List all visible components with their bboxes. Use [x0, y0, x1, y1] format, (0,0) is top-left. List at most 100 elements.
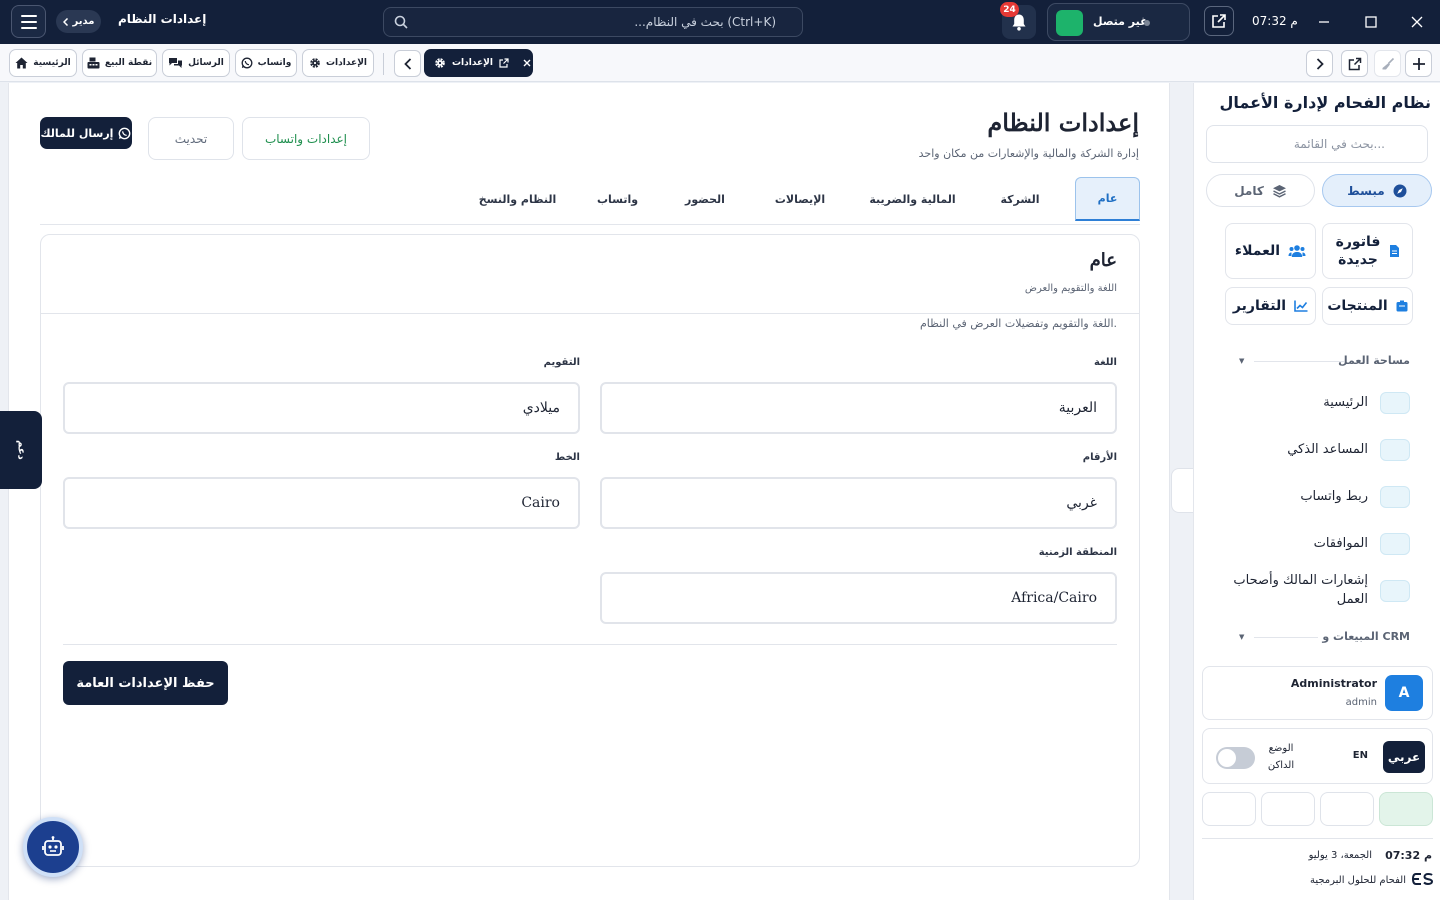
sidebar-item-whatsapp-link[interactable]: ربط واتساب	[1300, 487, 1368, 506]
send-to-owner-label: إرسال للمالك	[40, 126, 114, 140]
sidebar-item-home[interactable]: الرئيسية	[1323, 393, 1368, 412]
sidebar-item-approvals[interactable]: الموافقات	[1314, 534, 1368, 553]
notifications-button[interactable]: 24	[1000, 2, 1036, 39]
save-general-settings-button[interactable]: حفظ الإعدادات العامة	[63, 661, 228, 705]
app-title: إعدادات النظام	[118, 12, 207, 26]
theme-swatch-3[interactable]	[1261, 792, 1315, 826]
close-icon	[1411, 16, 1423, 28]
language-english-button[interactable]: EN	[1353, 750, 1368, 761]
tab-company[interactable]: الشركة	[985, 177, 1055, 221]
quick-toolbar: الرئيسية نقطة البيع الرسائل واتساب الإعد…	[0, 44, 1440, 82]
whatsapp-shortcut[interactable]: واتساب	[235, 49, 297, 77]
connection-status[interactable]: غير متصل	[1047, 3, 1190, 41]
settings-shortcut[interactable]: الإعدادات	[302, 49, 374, 77]
section-sales-heading[interactable]: المبيعات و CRM	[1322, 630, 1410, 643]
tab-receipts[interactable]: الإيصالات	[760, 177, 840, 221]
dark-mode-toggle[interactable]	[1216, 747, 1255, 769]
quick-new-invoice[interactable]: فاتورة جديدة	[1322, 223, 1413, 279]
avatar: A	[1385, 675, 1423, 711]
chart-line-icon	[1294, 300, 1308, 312]
sidebar-item-owner-notifications[interactable]: إشعارات المالك وأصحاب العمل	[1218, 571, 1368, 609]
timezone-label: المنطقة الزمنية	[1038, 547, 1117, 558]
calendar-select[interactable]: ميلادي	[63, 382, 580, 434]
quick-reports[interactable]: التقارير	[1225, 287, 1316, 325]
minimize-button[interactable]	[1314, 12, 1334, 32]
titlebar-clock: 07:32 م	[1252, 14, 1298, 28]
language-arabic-button[interactable]: عربي	[1383, 741, 1425, 773]
sidebar-footer-divider	[1202, 838, 1433, 839]
footer-time: 07:32 م	[1385, 849, 1432, 862]
external-link-icon[interactable]	[499, 58, 509, 68]
whatsapp-shortcut-label: واتساب	[257, 58, 292, 68]
caret-down-icon[interactable]: ▼	[1239, 357, 1244, 365]
home-icon	[15, 57, 28, 69]
external-link-icon	[1212, 14, 1226, 28]
messages-shortcut[interactable]: الرسائل	[162, 49, 230, 77]
card-title: عام	[1089, 250, 1117, 271]
new-tab-button[interactable]	[1405, 50, 1432, 77]
search-icon	[394, 15, 408, 29]
tab-whatsapp[interactable]: واتساب	[585, 177, 650, 221]
theme-swatch-2[interactable]	[1320, 792, 1374, 826]
timezone-input[interactable]: Africa/Cairo	[600, 572, 1117, 624]
theme-swatch-green[interactable]	[1379, 792, 1433, 826]
sidebar-item-owner-notifications-icon	[1380, 580, 1410, 602]
robot-icon	[42, 836, 64, 856]
refresh-button[interactable]: تحديث	[148, 117, 234, 160]
chevron-left-icon	[62, 17, 68, 26]
sidebar-item-approvals-icon	[1380, 533, 1410, 555]
role-switcher[interactable]: مدير	[56, 10, 101, 33]
theme-swatch-4[interactable]	[1202, 792, 1256, 826]
status-label: غير متصل	[1093, 15, 1148, 28]
external-link-icon	[1348, 57, 1361, 70]
font-label: الخط	[554, 452, 580, 463]
ai-assistant-button[interactable]	[23, 817, 83, 877]
calendar-label: التقويم	[543, 357, 580, 368]
clear-tabs-button[interactable]	[1374, 50, 1401, 77]
menu-button[interactable]	[11, 5, 46, 38]
invoice-icon	[1390, 245, 1399, 257]
open-external-button[interactable]	[1204, 6, 1234, 36]
global-search-input[interactable]: ...بحث في النظام (Ctrl+K)	[383, 7, 803, 37]
sidebar-item-ai-assistant-icon	[1380, 439, 1410, 461]
card-description: اللغة والتقويم وتفضيلات العرض في النظام.	[919, 317, 1117, 330]
mode-simple-button[interactable]: مبسط	[1322, 174, 1432, 207]
section-workspace-heading[interactable]: مساحة العمل	[1338, 354, 1410, 367]
home-shortcut[interactable]: الرئيسية	[9, 49, 77, 77]
maximize-button[interactable]	[1361, 12, 1381, 32]
notification-badge: 24	[1000, 2, 1019, 17]
quick-customers[interactable]: العملاء	[1225, 223, 1316, 279]
quick-products-label: المنتجات	[1327, 298, 1388, 314]
mode-full-button[interactable]: كامل	[1206, 174, 1315, 207]
tab-finance-tax[interactable]: المالية والضريبة	[860, 177, 965, 221]
gear-icon	[435, 58, 445, 68]
support-side-tab[interactable]: دعم	[0, 411, 42, 489]
close-window-button[interactable]	[1407, 12, 1427, 32]
caret-down-icon[interactable]: ▼	[1239, 633, 1244, 641]
mode-full-label: كامل	[1234, 183, 1264, 198]
maximize-icon	[1365, 16, 1377, 28]
whatsapp-settings-button[interactable]: إعدادات واتساب	[242, 117, 370, 160]
send-to-owner-button[interactable]: إرسال للمالك	[40, 117, 132, 149]
user-card[interactable]: A Administrator admin	[1202, 666, 1433, 720]
minimize-icon	[1319, 21, 1329, 23]
tabs-scroll-forward-button[interactable]	[1306, 50, 1333, 77]
sidebar-collapse-handle[interactable]	[1171, 468, 1193, 513]
tab-attendance[interactable]: الحضور	[670, 177, 740, 221]
chevron-right-icon	[1316, 57, 1324, 70]
toolbar-divider	[383, 53, 384, 75]
close-tab-icon[interactable]	[523, 59, 531, 67]
tabs-scroll-back-button[interactable]	[394, 50, 421, 77]
sidebar-search-input[interactable]: بحث في القائمة...	[1206, 125, 1428, 163]
font-select[interactable]: Cairo	[63, 477, 580, 529]
language-select[interactable]: العربية	[600, 382, 1117, 434]
open-tab-settings[interactable]: الإعدادات	[424, 49, 533, 77]
tab-system-backup[interactable]: النظام والنسخ	[470, 177, 565, 221]
pos-shortcut[interactable]: نقطة البيع	[82, 49, 157, 77]
sidebar-item-ai-assistant[interactable]: المساعد الذكي	[1287, 440, 1368, 459]
brand-logo-icon	[1412, 872, 1434, 886]
open-in-window-button[interactable]	[1341, 50, 1368, 77]
digits-select[interactable]: غربي	[600, 477, 1117, 529]
tab-general[interactable]: عام	[1075, 177, 1140, 221]
quick-products[interactable]: المنتجات	[1322, 287, 1413, 325]
